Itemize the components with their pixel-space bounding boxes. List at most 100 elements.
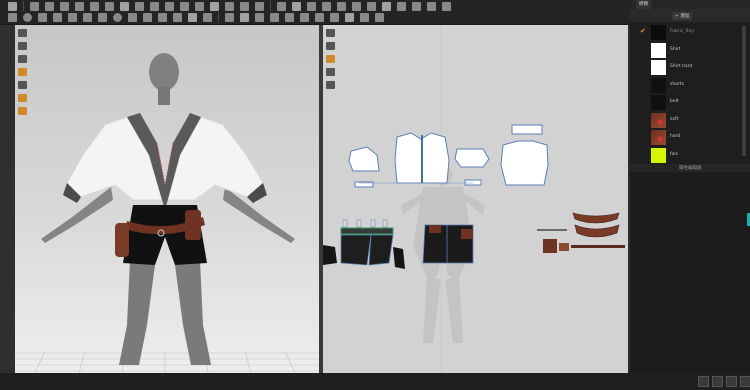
fabric-name: Shirt hard xyxy=(670,64,693,69)
puckering-icon[interactable] xyxy=(173,13,182,22)
layout-split-icon[interactable] xyxy=(712,376,723,387)
pleat-icon[interactable] xyxy=(367,2,376,11)
trim-icon[interactable] xyxy=(188,13,197,22)
texture-icon[interactable] xyxy=(120,2,129,11)
shirt-3d[interactable] xyxy=(63,113,267,212)
shorts-3d[interactable] xyxy=(115,205,207,265)
layout-single-icon[interactable] xyxy=(698,376,709,387)
more-icon[interactable] xyxy=(442,2,451,11)
fabric-row[interactable]: hard xyxy=(630,129,750,146)
fabric-swatch[interactable] xyxy=(651,77,666,93)
offset-icon[interactable] xyxy=(270,13,279,22)
shape-icon[interactable] xyxy=(98,13,107,22)
property-editor-title: 属性编辑器 xyxy=(679,166,702,171)
rectangle-icon[interactable] xyxy=(165,2,174,11)
polygon-icon[interactable] xyxy=(180,2,189,11)
trace-icon[interactable] xyxy=(292,2,301,11)
fabric-swatch[interactable] xyxy=(651,60,666,75)
segment-icon[interactable] xyxy=(315,13,324,22)
selected-check-icon: ✔ xyxy=(640,27,646,35)
slash-icon[interactable] xyxy=(300,13,309,22)
free-sew-icon[interactable] xyxy=(330,13,339,22)
fabric-row[interactable]: belt xyxy=(630,94,750,111)
sphere-icon[interactable] xyxy=(113,13,122,22)
fabric-row[interactable]: fals xyxy=(630,147,750,164)
tack-icon[interactable] xyxy=(53,13,62,22)
clo3d-window: 织物 + 增加 ✔ Fabric_Boy Shirt Shirt hard shorts… xyxy=(0,0,750,390)
sew-icon[interactable] xyxy=(83,13,92,22)
fabric-swatch[interactable] xyxy=(651,25,666,40)
transform-icon[interactable] xyxy=(45,2,54,11)
status-buttons xyxy=(695,376,750,387)
seam-icon[interactable] xyxy=(307,2,316,11)
property-editor-area xyxy=(630,173,750,373)
arrange-icon[interactable] xyxy=(255,2,264,11)
internal-rect-icon[interactable] xyxy=(240,13,249,22)
layout-extra-icon[interactable] xyxy=(740,376,750,387)
fabric-row[interactable]: Shirt hard xyxy=(630,59,750,76)
avatar-icon[interactable] xyxy=(128,13,137,22)
dart-icon[interactable] xyxy=(352,2,361,11)
size-icon[interactable] xyxy=(143,13,152,22)
fabric-row[interactable]: Shirt xyxy=(630,42,750,59)
fold-line-icon[interactable] xyxy=(337,2,346,11)
elastic-icon[interactable] xyxy=(345,13,354,22)
stitch-icon[interactable] xyxy=(210,2,219,11)
toolbar-separator xyxy=(218,12,219,22)
notch-icon[interactable] xyxy=(322,2,331,11)
select-icon[interactable] xyxy=(8,2,17,11)
mirror-icon[interactable] xyxy=(277,2,286,11)
extra-icon[interactable] xyxy=(375,13,384,22)
layout-full-icon[interactable] xyxy=(726,376,737,387)
arrow-icon[interactable] xyxy=(135,2,144,11)
belt-pattern-pieces[interactable] xyxy=(537,212,625,253)
grade-icon[interactable] xyxy=(382,2,391,11)
toolbar-row-1 xyxy=(8,1,457,12)
fold-icon[interactable] xyxy=(60,2,69,11)
tape-icon[interactable] xyxy=(203,13,212,22)
fabric-name: belt xyxy=(670,99,679,104)
edit-point-icon[interactable] xyxy=(150,2,159,11)
fabric-swatch[interactable] xyxy=(651,42,666,58)
simulate-icon[interactable] xyxy=(8,13,17,22)
property-editor-header: 属性编辑器 xyxy=(630,164,750,172)
ruler-icon[interactable] xyxy=(68,13,77,22)
button-icon[interactable] xyxy=(225,2,234,11)
show-icon[interactable] xyxy=(427,2,436,11)
graphic-icon[interactable] xyxy=(158,13,167,22)
floor-grid xyxy=(15,350,319,373)
fabric-list-header: + 增加 xyxy=(630,9,750,22)
fabric-swatch[interactable] xyxy=(651,130,666,145)
3d-viewport[interactable] xyxy=(15,25,319,373)
add-fabric-button[interactable]: + 增加 xyxy=(672,12,693,20)
line-icon[interactable] xyxy=(195,2,204,11)
annotation-icon[interactable] xyxy=(397,2,406,11)
fabric-swatch[interactable] xyxy=(651,112,666,128)
fabric-swatch[interactable] xyxy=(651,147,666,163)
fabric-swatch[interactable] xyxy=(651,95,666,110)
toolbar-separator xyxy=(23,1,24,11)
internal-shape-icon[interactable] xyxy=(225,13,234,22)
fabric-row[interactable]: ✔ Fabric_Boy xyxy=(630,24,750,41)
fabric-list-scrollbar[interactable] xyxy=(742,26,746,156)
record-icon[interactable] xyxy=(23,13,32,22)
fabric-row[interactable]: shorts xyxy=(630,77,750,94)
tab-topstitch[interactable] xyxy=(663,0,669,9)
pin-tool-icon[interactable] xyxy=(38,13,47,22)
internal-circle-icon[interactable] xyxy=(255,13,264,22)
pin-icon[interactable] xyxy=(75,2,84,11)
object-browser-tabs: 织物 xyxy=(630,0,750,9)
shorts-pattern-pieces[interactable] xyxy=(323,219,474,269)
fabric-row[interactable]: soft xyxy=(630,112,750,129)
hide-icon[interactable] xyxy=(412,2,421,11)
zipper-icon[interactable] xyxy=(240,2,249,11)
brush-icon[interactable] xyxy=(105,2,114,11)
tab-fabric[interactable]: 织物 xyxy=(636,0,651,9)
measure-icon[interactable] xyxy=(90,2,99,11)
shirring-icon[interactable] xyxy=(360,13,369,22)
2d-pattern-window[interactable] xyxy=(323,25,628,373)
move-icon[interactable] xyxy=(30,2,39,11)
curve-point-icon[interactable] xyxy=(285,13,294,22)
fabric-name: Fabric_Boy xyxy=(670,29,695,34)
fabric-name: shorts xyxy=(670,81,684,87)
